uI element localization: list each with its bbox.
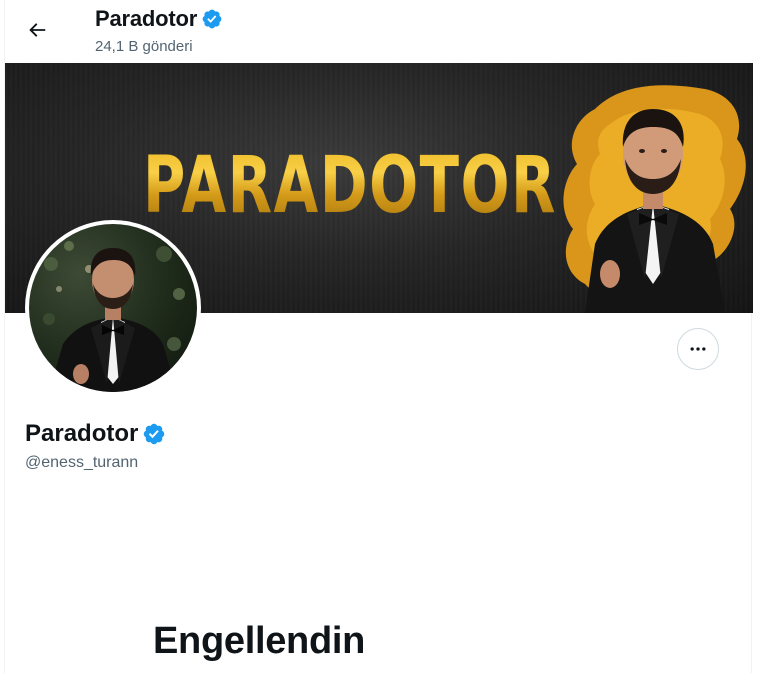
profile-column: Paradotor 24,1 B gönderi PARADOTOR Parad… [4,0,753,673]
header-title: Paradotor [95,6,198,31]
verified-badge-icon[interactable] [142,422,166,446]
profile-name: Paradotor [25,420,139,447]
banner-brand-text: PARADOTOR [143,141,557,231]
blocked-message-title: Engellendin [153,620,366,662]
more-horizontal-icon [690,347,706,351]
back-button[interactable] [19,12,55,48]
header-title-row: Paradotor [95,5,223,33]
profile-avatar[interactable] [25,220,201,396]
verified-badge-icon [202,9,222,29]
banner-portrait-illustration [563,85,746,313]
post-count: 24,1 B gönderi [95,38,193,55]
avatar-photo [29,224,197,392]
profile-name-row: Paradotor [25,420,166,448]
arrow-left-icon [29,23,46,37]
avatar-portrait-image [43,241,185,392]
top-bar: Paradotor 24,1 B gönderi [5,0,753,62]
profile-handle: @eness_turann [25,454,139,471]
more-options-button[interactable] [677,328,719,370]
